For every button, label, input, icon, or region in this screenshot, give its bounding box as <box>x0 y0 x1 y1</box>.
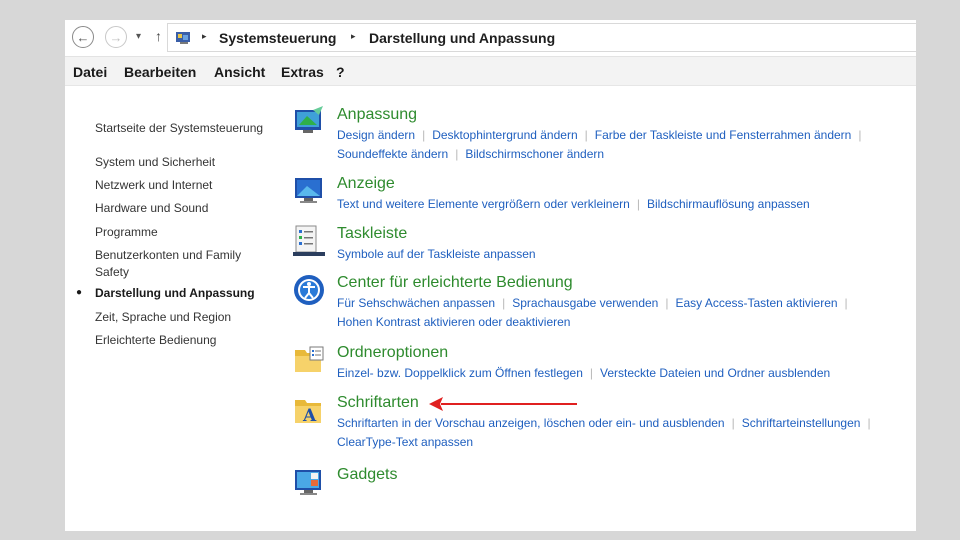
breadcrumb-separator[interactable]: ▸ <box>351 31 356 42</box>
forward-arrow-icon: → <box>109 29 123 45</box>
up-arrow-icon: ↑ <box>155 28 162 44</box>
link-soundeffekte[interactable]: Soundeffekte ändern <box>337 147 448 161</box>
category-links-ordneroptionen: Einzel- bzw. Doppelklick zum Öffnen fest… <box>337 366 831 380</box>
svg-text:A: A <box>302 406 317 426</box>
up-button[interactable]: ↑ <box>155 28 162 44</box>
sidebar-home-link[interactable]: Startseite der Systemsteuerung <box>95 120 263 137</box>
link-farbe-taskleiste[interactable]: Farbe der Taskleiste und Fensterrahmen ä… <box>595 128 852 142</box>
sidebar-item-benutzerkonten[interactable]: Benutzerkonten und Family <box>95 247 241 264</box>
sidebar-item-hardware[interactable]: Hardware und Sound <box>95 200 208 217</box>
menu-bearbeiten[interactable]: Bearbeiten <box>124 64 196 80</box>
link-sprachausgabe[interactable]: Sprachausgabe verwenden <box>512 296 658 310</box>
anpassung-icon[interactable] <box>293 106 325 138</box>
category-links-erleichterte-bedienung-2: Hohen Kontrast aktivieren oder deaktivie… <box>337 313 570 332</box>
category-links-erleichterte-bedienung: Für Sehschwächen anpassen | Sprachausgabe … <box>337 296 848 310</box>
sidebar-item-zeit[interactable]: Zeit, Sprache und Region <box>95 309 231 326</box>
link-versteckte-dateien[interactable]: Versteckte Dateien und Ordner ausblenden <box>600 366 830 380</box>
link-desktophintergrund[interactable]: Desktophintergrund ändern <box>432 128 577 142</box>
menu-datei[interactable]: Datei <box>73 64 107 80</box>
sidebar-item-erleichtert[interactable]: Erleichterte Bedienung <box>95 332 216 349</box>
link-schriftarteinstellungen[interactable]: Schriftarteinstellungen <box>742 416 861 430</box>
link-bildschirmschoner[interactable]: Bildschirmschoner ändern <box>465 147 604 161</box>
control-panel-icon <box>176 32 190 44</box>
erleichterte-bedienung-icon[interactable] <box>293 274 325 306</box>
menu-ansicht[interactable]: Ansicht <box>214 64 265 80</box>
anzeige-icon[interactable] <box>293 175 325 207</box>
red-arrow-annotation <box>429 397 577 411</box>
link-text-vergroessern[interactable]: Text und weitere Elemente vergrößern ode… <box>337 197 630 211</box>
category-links-anpassung-2: Soundeffekte ändern | Bildschirmschoner än… <box>337 147 605 161</box>
control-panel-window: ← → ▾ ↑ ▸ Systemsteuerung ▸ Darstellung … <box>65 20 916 531</box>
sidebar-item-darstellung[interactable]: Darstellung und Anpassung <box>95 285 255 302</box>
taskleiste-icon[interactable] <box>293 225 325 257</box>
breadcrumb-darstellung[interactable]: Darstellung und Anpassung <box>369 30 555 46</box>
link-symbole-taskleiste[interactable]: Symbole auf der Taskleiste anpassen <box>337 247 536 261</box>
category-title-gadgets[interactable]: Gadgets <box>337 466 397 484</box>
link-cleartype[interactable]: ClearType-Text anpassen <box>337 435 473 449</box>
category-title-anpassung[interactable]: Anpassung <box>337 106 417 124</box>
category-title-schriftarten[interactable]: Schriftarten <box>337 394 419 412</box>
back-button[interactable]: ← <box>72 26 94 48</box>
sidebar-item-system[interactable]: System und Sicherheit <box>95 154 215 171</box>
schriftarten-icon[interactable]: A <box>293 394 325 426</box>
sidebar-item-netzwerk[interactable]: Netzwerk und Internet <box>95 177 212 194</box>
ordneroptionen-icon[interactable] <box>293 344 325 376</box>
category-title-erleichterte-bedienung[interactable]: Center für erleichterte Bedienung <box>337 274 573 292</box>
category-links-anzeige: Text und weitere Elemente vergrößern ode… <box>337 197 810 211</box>
gadgets-icon[interactable] <box>293 466 325 498</box>
breadcrumb-systemsteuerung[interactable]: Systemsteuerung <box>219 30 336 46</box>
back-arrow-icon: ← <box>76 29 90 45</box>
category-links-schriftarten-2: ClearType-Text anpassen <box>337 433 473 452</box>
category-title-ordneroptionen[interactable]: Ordneroptionen <box>337 344 448 362</box>
active-bullet: ● <box>76 287 83 298</box>
address-bar: ← → ▾ ↑ ▸ Systemsteuerung ▸ Darstellung … <box>65 20 916 57</box>
menu-bar: Datei Bearbeiten Ansicht Extras ? <box>65 57 916 86</box>
category-title-taskleiste[interactable]: Taskleiste <box>337 225 407 243</box>
link-hoher-kontrast[interactable]: Hohen Kontrast aktivieren oder deaktivie… <box>337 315 570 329</box>
menu-help[interactable]: ? <box>336 64 345 80</box>
link-bildschirmaufloesung[interactable]: Bildschirmauflösung anpassen <box>647 197 810 211</box>
recent-locations-dropdown[interactable]: ▾ <box>136 31 141 42</box>
category-links-anpassung: Design ändern | Desktophintergrund ändern |… <box>337 128 862 142</box>
menu-extras[interactable]: Extras <box>281 64 324 80</box>
link-easy-access[interactable]: Easy Access-Tasten aktivieren <box>675 296 837 310</box>
link-einzel-doppelklick[interactable]: Einzel- bzw. Doppelklick zum Öffnen fest… <box>337 366 583 380</box>
sidebar-item-benutzerkonten-line2[interactable]: Safety <box>95 264 129 281</box>
category-links-schriftarten: Schriftarten in der Vorschau anzeigen, l… <box>337 416 871 430</box>
sidebar-item-programme[interactable]: Programme <box>95 224 158 241</box>
category-links-taskleiste: Symbole auf der Taskleiste anpassen <box>337 245 536 264</box>
link-sehschwaechen[interactable]: Für Sehschwächen anpassen <box>337 296 495 310</box>
breadcrumb-separator[interactable]: ▸ <box>202 31 207 42</box>
link-design-aendern[interactable]: Design ändern <box>337 128 415 142</box>
forward-button[interactable]: → <box>105 26 127 48</box>
link-schriftarten-vorschau[interactable]: Schriftarten in der Vorschau anzeigen, l… <box>337 416 725 430</box>
category-title-anzeige[interactable]: Anzeige <box>337 175 395 193</box>
